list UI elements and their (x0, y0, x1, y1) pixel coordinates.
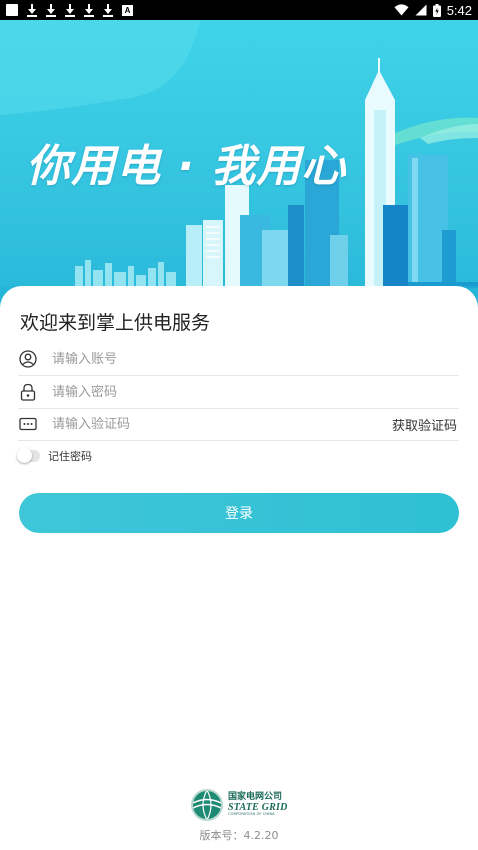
account-input[interactable] (52, 344, 459, 374)
captcha-icon (18, 414, 38, 434)
password-field (18, 376, 459, 409)
user-icon (18, 349, 38, 369)
get-code-button[interactable]: 获取验证码 (392, 415, 459, 434)
remember-password-toggle[interactable] (17, 448, 40, 463)
logo-text: 国家电网公司 STATE GRID CORPORATION OF CHINA (228, 792, 288, 817)
password-input[interactable] (52, 377, 459, 407)
version-label: 版本号：4.2.20 (199, 829, 279, 842)
remember-password-label: 记住密码 (48, 450, 92, 463)
code-field: 获取验证码 (18, 408, 459, 441)
status-bar: A 5:42 (0, 0, 478, 20)
welcome-title: 欢迎来到掌上供电服务 (20, 312, 211, 334)
logo-sub: CORPORATION OF CHINA (228, 812, 275, 817)
signal-icon (415, 4, 427, 16)
status-bar-notifications: A (6, 3, 133, 17)
status-bar-system: 5:42 (394, 3, 472, 18)
banner-slogan: 你用电 · 我用心 (26, 141, 347, 192)
hero-banner: 你用电 · 我用心 (0, 20, 478, 320)
square-notification-icon (6, 4, 18, 16)
download-icon (27, 3, 37, 17)
state-grid-logo: 国家电网公司 STATE GRID CORPORATION OF CHINA (190, 788, 288, 822)
login-card: 欢迎来到掌上供电服务 获取验证码 记住密码 登录 (0, 286, 478, 850)
download-icon (84, 3, 94, 17)
download-icon (46, 3, 56, 17)
toggle-knob (17, 448, 32, 463)
account-field (18, 343, 459, 376)
lock-icon (18, 382, 38, 402)
remember-password-row[interactable]: 记住密码 (17, 448, 92, 464)
download-icon (103, 3, 113, 17)
wifi-icon (394, 4, 409, 16)
download-icon (65, 3, 75, 17)
battery-icon (432, 3, 441, 17)
login-button[interactable]: 登录 (19, 493, 459, 533)
clock: 5:42 (446, 2, 472, 18)
a-notification-icon: A (122, 4, 133, 16)
globe-icon (191, 789, 223, 821)
code-input[interactable] (52, 409, 392, 439)
